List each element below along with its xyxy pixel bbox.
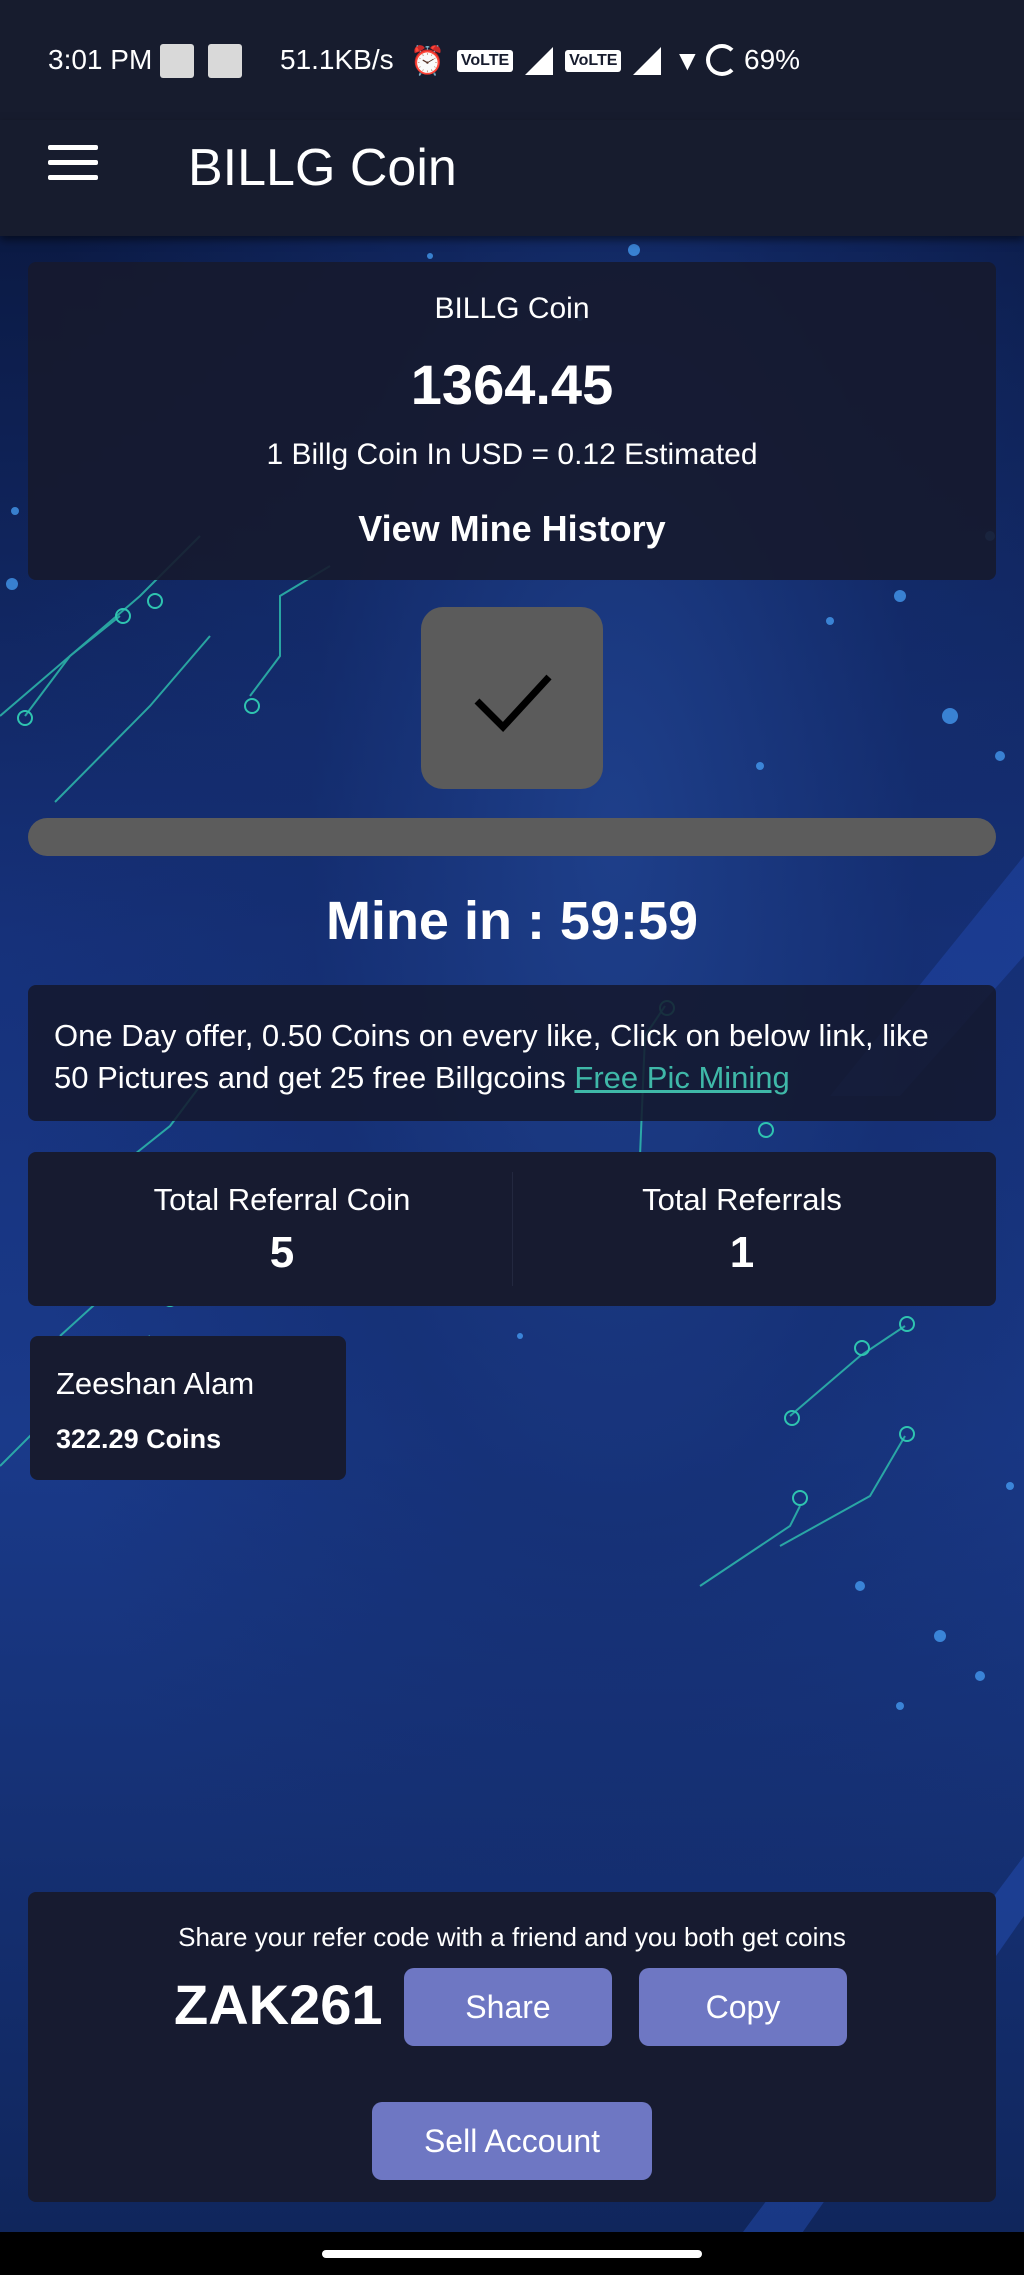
network-speed: 51.1KB/s (280, 44, 394, 75)
refer-panel: Share your refer code with a friend and … (28, 1892, 996, 2202)
free-pic-mining-link[interactable]: Free Pic Mining (574, 1060, 789, 1095)
volte-badge: VoLTE (565, 49, 622, 72)
status-bar: 3:01 PM 51.1KB/s ⏰ VoLTE VoLTE ▼ 69% (0, 0, 1024, 120)
referral-stats-card: Total Referral Coin 5 Total Referrals 1 (28, 1152, 996, 1306)
balance-card: BILLG Coin 1364.45 1 Billg Coin In USD =… (28, 262, 996, 580)
view-mine-history-link[interactable]: View Mine History (28, 508, 996, 550)
alarm-icon: ⏰ (410, 45, 445, 76)
checkmark-icon (474, 674, 552, 733)
offer-message: One Day offer, 0.50 Coins on every like,… (54, 1018, 929, 1095)
mine-button[interactable] (421, 607, 603, 789)
status-time: 3:01 PM (48, 44, 153, 75)
total-referral-coin: Total Referral Coin 5 (52, 1182, 512, 1278)
notification-icon (160, 44, 194, 78)
referral-coins: 322.29 Coins (56, 1424, 222, 1454)
total-referrals-label: Total Referrals (642, 1182, 842, 1217)
refer-message: Share your refer code with a friend and … (178, 1922, 846, 1952)
battery-icon (706, 44, 738, 76)
list-item[interactable]: Zeeshan Alam 322.29 Coins (30, 1336, 346, 1480)
referral-name: Zeeshan Alam (56, 1366, 255, 1401)
mine-timer: Mine in : 59:59 (325, 891, 699, 951)
signal-icon (525, 46, 554, 75)
balance-amount: 1364.45 (410, 353, 614, 416)
total-referral-coin-value: 5 (269, 1228, 295, 1277)
refer-code: ZAK261 (174, 1973, 383, 2036)
volte-badge: VoLTE (456, 49, 514, 72)
copy-button[interactable]: Copy (639, 1968, 847, 2046)
total-referrals-value: 1 (729, 1228, 755, 1277)
total-referrals: Total Referrals 1 (512, 1182, 972, 1278)
status-icons: ⏰ VoLTE VoLTE ▼ (410, 44, 701, 77)
usd-rate: 1 Billg Coin In USD = 0.12 Estimated (266, 438, 758, 471)
home-gesture-handle[interactable] (322, 2250, 702, 2258)
balance-title: BILLG Coin (434, 292, 590, 325)
wifi-icon: ▼ (673, 44, 702, 76)
system-nav-bar (0, 2232, 1024, 2275)
signal-icon (633, 46, 662, 75)
offer-text: One Day offer, 0.50 Coins on every like,… (54, 1015, 970, 1099)
app-bar: BILLG Coin (0, 120, 1024, 236)
offer-banner: One Day offer, 0.50 Coins on every like,… (28, 985, 996, 1121)
share-button[interactable]: Share (404, 1968, 612, 2046)
sell-account-button[interactable]: Sell Account (372, 2102, 652, 2180)
battery: 69% (706, 44, 800, 76)
mining-progress-bar (28, 818, 996, 856)
app-title: BILLG Coin (188, 139, 457, 197)
hamburger-menu-icon[interactable] (48, 145, 98, 185)
battery-level: 69% (744, 44, 801, 75)
total-referral-coin-label: Total Referral Coin (153, 1182, 411, 1217)
notification-icon (208, 44, 242, 78)
